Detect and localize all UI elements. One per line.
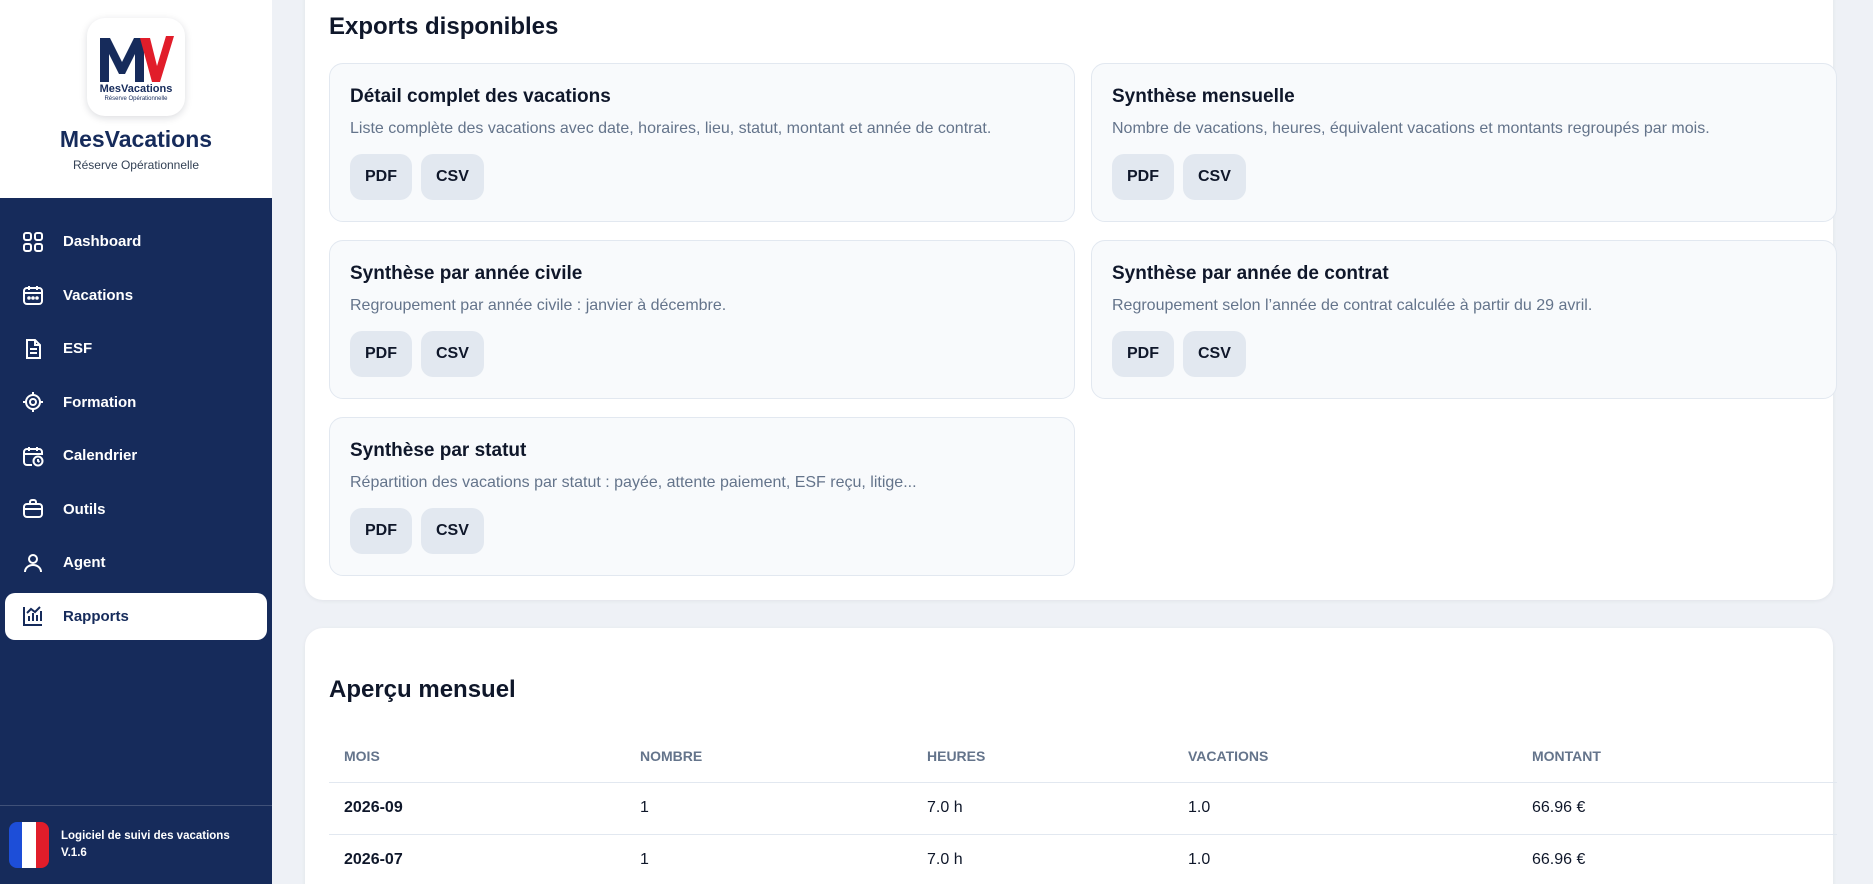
user-icon [21, 551, 45, 575]
france-flag-icon [9, 822, 49, 868]
chart-icon [21, 604, 45, 628]
card-description: Regroupement par année civile : janvier … [350, 297, 727, 314]
sidebar-nav: Dashboard Vacations ESF Formation Calend… [0, 198, 272, 805]
export-csv-button[interactable]: CSV [421, 508, 484, 554]
cell-heures: 7.0 h [912, 834, 1173, 884]
exports-panel: Exports disponibles Détail complet des v… [305, 0, 1837, 600]
export-card-detail: Détail complet des vacations Liste compl… [329, 63, 1075, 222]
export-card-status: Synthèse par statut Répartition des vaca… [329, 417, 1075, 576]
sidebar-item-outils[interactable]: Outils [5, 486, 267, 533]
monthly-title: Aperçu mensuel [329, 676, 516, 703]
briefcase-icon [21, 497, 45, 521]
logo-subcaption: Réserve Opérationnelle [104, 95, 168, 102]
sidebar-item-label: Formation [63, 393, 137, 411]
sidebar-item-label: Agent [63, 554, 106, 571]
cell-montant: 66.96 € [1517, 834, 1837, 884]
export-csv-button[interactable]: CSV [421, 154, 484, 200]
sidebar: MesVacations Réserve Opérationnelle MesV… [0, 0, 272, 884]
sidebar-item-label: Rapports [63, 607, 129, 625]
column-header-heures: HEURES [912, 730, 1173, 783]
card-description: Liste complète des vacations avec date, … [350, 120, 992, 137]
cell-vacations: 1.0 [1173, 782, 1517, 835]
sidebar-item-dashboard[interactable]: Dashboard [5, 218, 267, 265]
table-row: 2026-09 1 7.0 h 1.0 66.96 € [329, 782, 1837, 835]
card-description: Regroupement selon l’année de contrat ca… [1112, 297, 1593, 314]
export-card-civil-year: Synthèse par année civile Regroupement p… [329, 240, 1075, 399]
card-title: Détail complet des vacations [350, 86, 611, 107]
export-pdf-button[interactable]: PDF [350, 154, 412, 200]
brand-header: MesVacations Réserve Opérationnelle MesV… [0, 0, 272, 198]
sidebar-item-label: Dashboard [63, 233, 142, 250]
sidebar-item-rapports[interactable]: Rapports [5, 592, 267, 640]
sidebar-item-calendrier[interactable]: Calendrier [5, 432, 267, 479]
cell-nombre: 1 [625, 782, 912, 835]
exports-title: Exports disponibles [329, 13, 559, 40]
card-title: Synthèse par statut [350, 440, 527, 461]
sidebar-item-vacations[interactable]: Vacations [5, 272, 267, 319]
export-pdf-button[interactable]: PDF [350, 508, 412, 554]
column-header-mois: MOIS [329, 730, 625, 783]
table-row: 2026-07 1 7.0 h 1.0 66.96 € [329, 834, 1837, 884]
logo-caption: MesVacations [99, 82, 173, 95]
brand-subtitle: Réserve Opérationnelle [72, 158, 200, 172]
footer-app-description: Logiciel de suivi des vacations [61, 830, 230, 842]
cell-nombre: 1 [625, 834, 912, 884]
card-description: Nombre de vacations, heures, équivalent … [1112, 120, 1710, 137]
sidebar-item-label: Vacations [63, 286, 134, 304]
export-card-contract-year: Synthèse par année de contrat Regroupeme… [1091, 240, 1837, 399]
export-csv-button[interactable]: CSV [1183, 331, 1246, 377]
grid-icon [21, 230, 45, 254]
export-pdf-button[interactable]: PDF [1112, 331, 1174, 377]
calendar-clock-icon [21, 444, 45, 468]
monthly-overview-panel: Aperçu mensuel MOIS NOMBRE HEURES VACATI… [305, 628, 1837, 884]
card-title: Synthèse mensuelle [1112, 86, 1295, 107]
export-csv-button[interactable]: CSV [1183, 154, 1246, 200]
card-title: Synthèse par année de contrat [1112, 263, 1389, 284]
cell-vacations: 1.0 [1173, 834, 1517, 884]
cell-montant: 66.96 € [1517, 782, 1837, 835]
document-icon [21, 337, 45, 361]
cell-mois: 2026-07 [329, 834, 625, 884]
export-csv-button[interactable]: CSV [421, 331, 484, 377]
sidebar-item-label: Calendrier [63, 447, 138, 464]
footer-version: V.1.6 [61, 847, 87, 859]
sidebar-item-esf[interactable]: ESF [5, 325, 267, 372]
column-header-vacations: VACATIONS [1173, 730, 1517, 783]
export-pdf-button[interactable]: PDF [350, 331, 412, 377]
table-header-row: MOIS NOMBRE HEURES VACATIONS MONTANT [329, 730, 1837, 783]
calendar-icon [21, 283, 45, 307]
brand-name: MesVacations [59, 126, 213, 152]
sidebar-item-agent[interactable]: Agent [5, 539, 267, 586]
export-pdf-button[interactable]: PDF [1112, 154, 1174, 200]
sidebar-footer: Logiciel de suivi des vacations V.1.6 [0, 805, 272, 884]
column-header-montant: MONTANT [1517, 730, 1837, 783]
footer-text: Logiciel de suivi des vacations V.1.6 [61, 828, 230, 862]
export-card-monthly: Synthèse mensuelle Nombre de vacations, … [1091, 63, 1837, 222]
target-icon [21, 390, 45, 414]
sidebar-item-formation[interactable]: Formation [5, 379, 267, 426]
cell-heures: 7.0 h [912, 782, 1173, 835]
sidebar-item-label: ESF [63, 340, 93, 357]
monthly-table: MOIS NOMBRE HEURES VACATIONS MONTANT 202… [329, 730, 1837, 884]
main-content: Exports disponibles Détail complet des v… [272, 0, 1873, 884]
mv-logo-icon [100, 35, 174, 82]
column-header-nombre: NOMBRE [625, 730, 912, 783]
sidebar-item-label: Outils [63, 500, 106, 518]
card-description: Répartition des vacations par statut : p… [350, 474, 917, 491]
app-logo[interactable]: MesVacations Réserve Opérationnelle [87, 18, 185, 116]
card-title: Synthèse par année civile [350, 263, 583, 284]
cell-mois: 2026-09 [329, 782, 625, 835]
